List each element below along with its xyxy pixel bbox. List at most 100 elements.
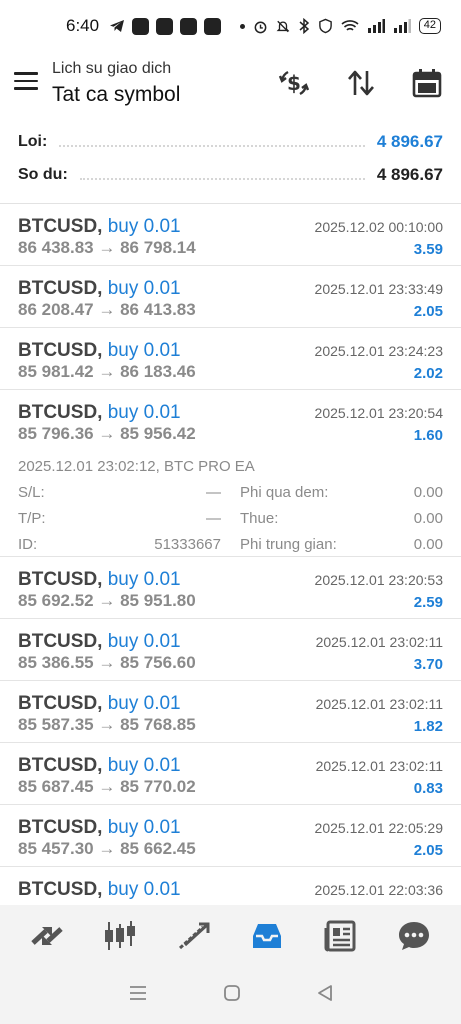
deal-type: buy 0.01	[107, 817, 181, 838]
deal-symbol-line: BTCUSD, buy 0.01	[18, 278, 181, 300]
deal-profit: 2.05	[413, 303, 443, 320]
back-triangle-icon	[317, 985, 332, 1001]
summary-panel: Loi: 4 896.67 So du: 4 896.67	[0, 125, 461, 191]
deal-type: buy 0.01	[107, 631, 181, 652]
home-button[interactable]	[223, 984, 241, 1007]
deal-type: buy 0.01	[107, 879, 181, 900]
deal-row[interactable]: BTCUSD, buy 0.01 2025.12.01 23:20:53 85 …	[0, 557, 461, 619]
detail-row: S/L: — Phi qua dem: 0.00	[18, 480, 443, 506]
deal-symbol: BTCUSD,	[18, 278, 103, 299]
deal-time: 2025.12.01 22:05:29	[314, 820, 443, 836]
deal-symbol: BTCUSD,	[18, 569, 103, 590]
profit-label: Loi:	[18, 132, 48, 150]
nav-chart[interactable]	[100, 916, 140, 956]
deal-row[interactable]: BTCUSD, buy 0.01 2025.12.01 22:05:29 85 …	[0, 805, 461, 867]
signal-icon	[367, 19, 385, 33]
detail-row: T/P: — Thue: 0.00	[18, 506, 443, 532]
app-icon	[156, 17, 174, 35]
deal-symbol-line: BTCUSD, buy 0.01	[18, 569, 181, 591]
more-notifications-icon	[240, 23, 246, 29]
nav-news[interactable]	[321, 916, 361, 956]
commission-value: 0.00	[413, 536, 443, 553]
sl-label: S/L:	[18, 484, 45, 501]
status-bar: 6:40 42	[0, 0, 461, 52]
shield-icon	[318, 18, 332, 34]
detail-row: ID: 51333667 Phi trung gian: 0.00	[18, 532, 443, 558]
home-square-icon	[223, 985, 240, 1001]
symbol-selector[interactable]: Tat ca symbol	[52, 83, 180, 107]
deal-symbol-line: BTCUSD, buy 0.01	[18, 817, 181, 839]
nav-chat[interactable]	[394, 916, 434, 956]
zalo-icon	[132, 17, 150, 35]
status-time: 6:40	[66, 16, 100, 35]
deal-row[interactable]: BTCUSD, buy 0.01 2025.12.01 23:24:23 85 …	[0, 328, 461, 390]
deal-prices: 86 208.47 → 86 413.83	[18, 300, 196, 319]
currency-exchange-button[interactable]: $	[277, 66, 311, 100]
calendar-button[interactable]	[410, 66, 444, 100]
deal-symbol: BTCUSD,	[18, 755, 103, 776]
history-icon	[253, 924, 282, 948]
deal-type: buy 0.01	[107, 340, 181, 361]
news-icon	[324, 920, 356, 952]
deal-time: 2025.12.01 23:02:11	[315, 634, 443, 650]
app-icon	[180, 17, 198, 35]
recents-button[interactable]	[128, 984, 148, 1007]
id-value: 51333667	[154, 536, 221, 553]
deal-symbol: BTCUSD,	[18, 340, 103, 361]
deal-type: buy 0.01	[107, 693, 181, 714]
deal-prices: 86 438.83 → 86 798.14	[18, 238, 196, 257]
menu-lines-icon	[129, 986, 146, 1000]
deal-row[interactable]: BTCUSD, buy 0.01 2025.12.02 00:10:00 86 …	[0, 204, 461, 266]
deal-time: 2025.12.01 23:02:11	[315, 696, 443, 712]
svg-text:$: $	[287, 71, 301, 95]
deal-type: buy 0.01	[107, 402, 181, 423]
deal-symbol: BTCUSD,	[18, 631, 103, 652]
deal-row[interactable]: BTCUSD, buy 0.01 2025.12.01 23:33:49 86 …	[0, 266, 461, 328]
deal-symbol-line: BTCUSD, buy 0.01	[18, 216, 181, 238]
deal-symbol-line: BTCUSD, buy 0.01	[18, 631, 181, 653]
deal-open-info: 2025.12.01 23:02:12, BTC PRO EA	[18, 458, 255, 475]
deal-details: 2025.12.01 23:02:12, BTC PRO EA S/L: — P…	[18, 454, 443, 558]
deal-type: buy 0.01	[107, 755, 181, 776]
back-button[interactable]	[316, 984, 334, 1007]
menu-icon[interactable]	[14, 72, 38, 90]
alarm-icon	[254, 21, 267, 33]
nav-history[interactable]	[247, 916, 287, 956]
deal-row[interactable]: BTCUSD, buy 0.01 2025.12.01 23:02:11 85 …	[0, 681, 461, 743]
nav-trade[interactable]	[174, 916, 214, 956]
sort-icon	[348, 70, 374, 96]
deal-time: 2025.12.01 23:20:54	[314, 405, 443, 421]
deals-list: BTCUSD, buy 0.01 2025.12.02 00:10:00 86 …	[0, 204, 461, 929]
nav-quotes[interactable]	[27, 916, 67, 956]
profit-row: Loi: 4 896.67	[0, 125, 461, 158]
deal-profit: 1.82	[413, 718, 443, 735]
trade-icon	[178, 922, 210, 950]
deal-profit: 2.02	[413, 365, 443, 382]
app-icon	[204, 17, 222, 35]
deal-symbol: BTCUSD,	[18, 402, 103, 423]
page-subtitle: Lich su giao dich	[52, 60, 172, 77]
deal-row[interactable]: BTCUSD, buy 0.01 2025.12.01 23:02:11 85 …	[0, 743, 461, 805]
deal-symbol: BTCUSD,	[18, 693, 103, 714]
deal-time: 2025.12.01 23:24:23	[314, 343, 443, 359]
system-nav-bar	[0, 967, 461, 1024]
sort-button[interactable]	[344, 66, 378, 100]
deal-symbol-line: BTCUSD, buy 0.01	[18, 693, 181, 715]
deal-time: 2025.12.01 22:03:36	[314, 882, 443, 898]
deal-symbol-line: BTCUSD, buy 0.01	[18, 402, 181, 424]
id-label: ID:	[18, 536, 38, 553]
deal-symbol: BTCUSD,	[18, 879, 103, 900]
deal-time: 2025.12.01 23:02:11	[315, 758, 443, 774]
deal-symbol: BTCUSD,	[18, 216, 103, 237]
mute-icon	[276, 20, 290, 32]
deal-type: buy 0.01	[107, 278, 181, 299]
deal-profit: 2.59	[413, 594, 443, 611]
commission-label: Phi trung gian:	[240, 536, 337, 553]
deal-row[interactable]: BTCUSD, buy 0.01 2025.12.01 23:02:11 85 …	[0, 619, 461, 681]
tp-value: —	[206, 510, 221, 527]
dotted-leader	[79, 170, 365, 180]
deal-row-expanded[interactable]: BTCUSD, buy 0.01 2025.12.01 23:20:54 85 …	[0, 390, 461, 557]
battery-indicator: 42	[418, 18, 441, 34]
deal-time: 2025.12.02 00:10:00	[314, 219, 443, 235]
deal-symbol: BTCUSD,	[18, 817, 103, 838]
